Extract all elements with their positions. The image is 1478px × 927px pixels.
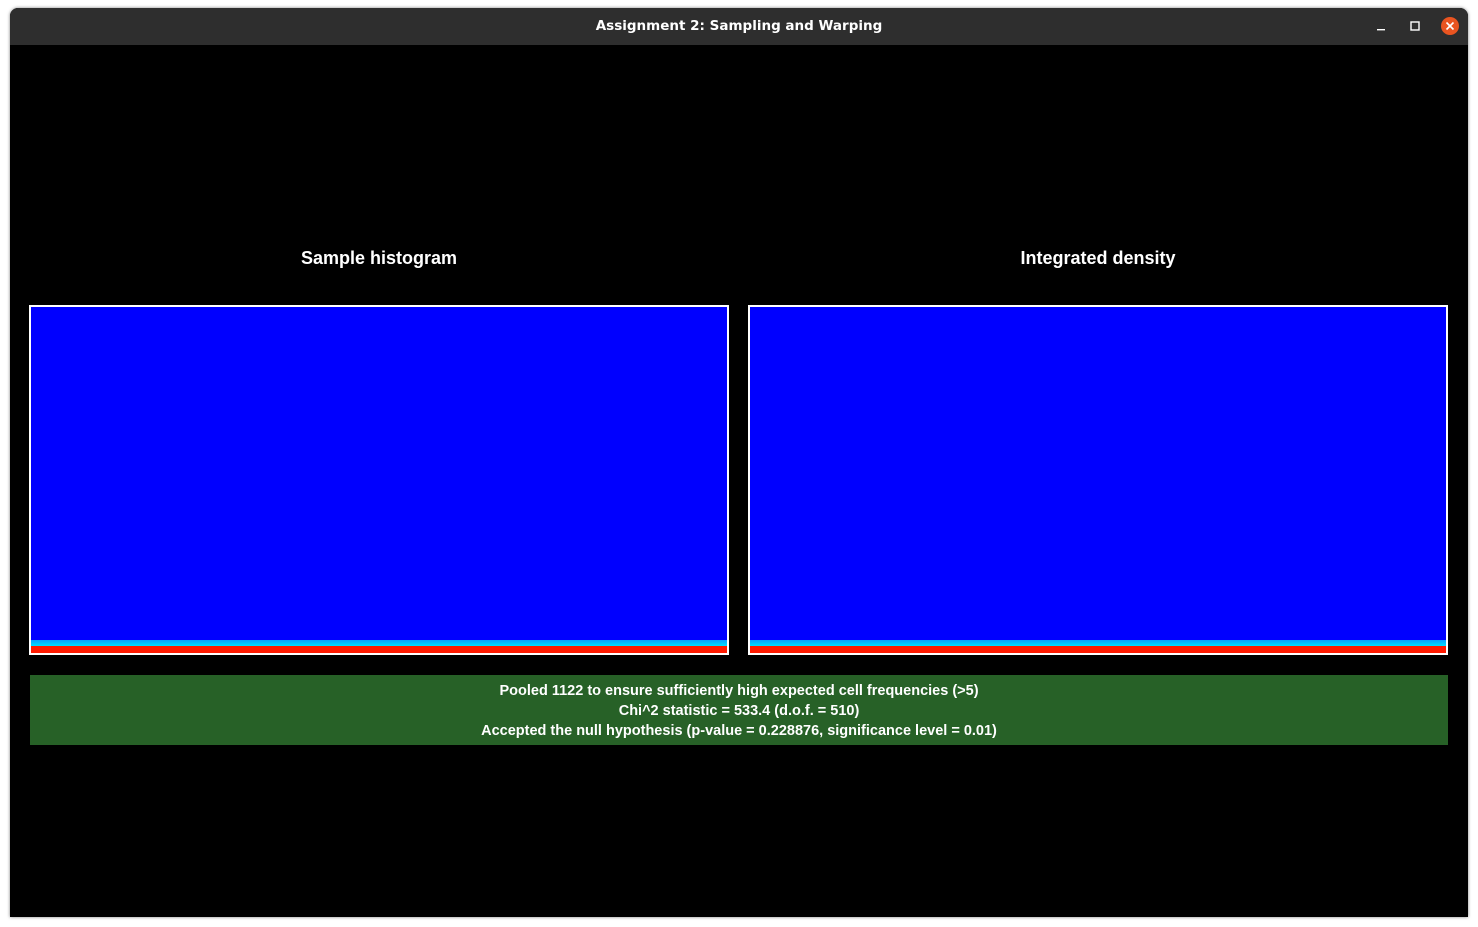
integrated-density-title: Integrated density <box>1020 248 1176 268</box>
title-bar[interactable]: Assignment 2: Sampling and Warping <box>10 8 1468 46</box>
maximize-icon <box>1410 21 1420 31</box>
chi-square-result-panel: Pooled 1122 to ensure sufficiently high … <box>30 675 1448 745</box>
maximize-button[interactable] <box>1406 17 1424 35</box>
close-icon <box>1445 21 1455 31</box>
integrated-density-plot <box>748 305 1448 655</box>
hypothesis-result-text: Accepted the null hypothesis (p-value = … <box>481 723 997 739</box>
minimize-icon <box>1377 29 1385 31</box>
pooled-cells-text: Pooled 1122 to ensure sufficiently high … <box>499 683 979 699</box>
chi-square-statistic-text: Chi^2 statistic = 533.4 (d.o.f. = 510) <box>618 703 860 719</box>
minimize-button[interactable] <box>1372 17 1390 35</box>
sample-histogram-plot <box>29 305 729 655</box>
close-button[interactable] <box>1441 17 1459 35</box>
histogram-band-red <box>31 646 727 653</box>
main-canvas: Sample histogram Integrated density Pool… <box>10 45 1468 917</box>
close-button-circle <box>1441 17 1459 35</box>
app-window: Assignment 2: Sampling and Warping Sampl… <box>10 8 1468 917</box>
window-title: Assignment 2: Sampling and Warping <box>595 18 883 34</box>
sample-histogram-title: Sample histogram <box>300 248 458 268</box>
density-band-red <box>750 646 1446 653</box>
